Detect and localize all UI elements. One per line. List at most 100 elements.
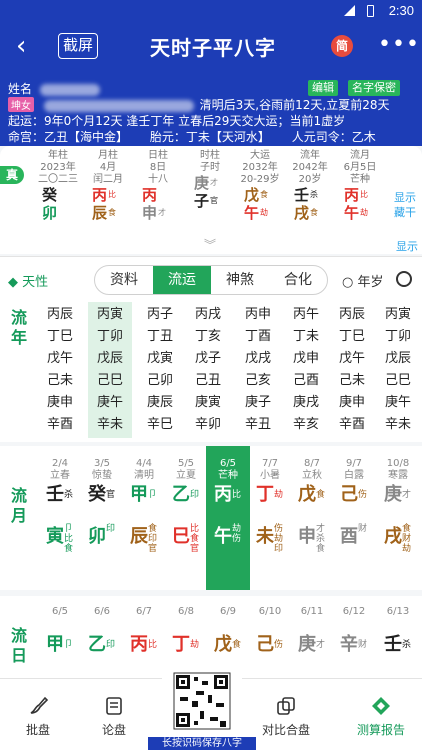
liunian-cell[interactable]: 辛巳 (138, 414, 182, 436)
liunian-column[interactable]: 丙辰 丁巳 戊午 己未 庚申 辛酉 (38, 302, 82, 438)
liuri-column[interactable]: 6/6 乙印 (80, 596, 124, 658)
liunian-cell[interactable]: 丁卯 (376, 326, 420, 348)
tab-liuyun[interactable]: 流运 (153, 266, 211, 294)
back-button[interactable]: ‹ (16, 32, 42, 60)
liunian-cell[interactable]: 庚辰 (138, 392, 182, 414)
liuri-column[interactable]: 6/9 戊食 (206, 596, 250, 658)
pillar-column[interactable]: 大运 2032年 20-29岁 戊食 午劫 (236, 150, 284, 222)
liunian-cell[interactable]: 庚午 (376, 392, 420, 414)
liunian-cell[interactable]: 丙子 (138, 304, 182, 326)
liuyue-column[interactable]: 7/7 小暑 丁劫 未伤劫印 (248, 446, 292, 590)
qr-code[interactable] (162, 671, 242, 737)
liunian-cell[interactable]: 丁丑 (138, 326, 182, 348)
liunian-cell[interactable]: 己丑 (186, 370, 230, 392)
liunian-cell[interactable]: 辛未 (88, 414, 132, 436)
pillar-column[interactable]: 流月 6月5日 芒种 丙比 午劫 (336, 150, 384, 222)
nav-compare[interactable]: 对比合盘 (256, 695, 316, 738)
tab-ziliao[interactable]: 资料 (95, 266, 153, 294)
liunian-cell[interactable]: 丁酉 (236, 326, 280, 348)
liunian-cell[interactable]: 戊戌 (236, 348, 280, 370)
liuri-column[interactable]: 6/12 辛财 (332, 596, 376, 658)
liunian-column[interactable]: 丙辰 丁巳 戊午 己未 庚申 辛酉 (330, 302, 374, 438)
liunian-cell[interactable]: 丁亥 (186, 326, 230, 348)
liunian-cell[interactable]: 己酉 (284, 370, 328, 392)
liunian-cell[interactable]: 辛未 (376, 414, 420, 436)
liunian-cell[interactable]: 丙戌 (186, 304, 230, 326)
liunian-cell[interactable]: 戊午 (330, 348, 374, 370)
liunian-column[interactable]: 丙午 丁未 戊申 己酉 庚戌 辛亥 (284, 302, 328, 438)
liunian-cell[interactable]: 丁巳 (38, 326, 82, 348)
liunian-cell[interactable]: 丁巳 (330, 326, 374, 348)
nian-sui-toggle[interactable]: ○ 年岁 (342, 271, 384, 290)
liunian-column[interactable]: 丙申 丁酉 戊戌 己亥 庚子 辛丑 (236, 302, 280, 438)
liunian-cell[interactable]: 戊辰 (88, 348, 132, 370)
liuyue-column[interactable]: 9/7 白露 己伤 酉财 (332, 446, 376, 590)
liunian-cell[interactable]: 己巳 (376, 370, 420, 392)
liunian-cell[interactable]: 庚子 (236, 392, 280, 414)
expand-chevron-icon[interactable]: ︾ (204, 236, 216, 253)
liunian-cell[interactable]: 己未 (38, 370, 82, 392)
liunian-column[interactable]: 丙寅 丁卯 戊辰 己巳 庚午 辛未 (88, 302, 132, 438)
tab-hehua[interactable]: 合化 (269, 266, 327, 294)
settings-icon[interactable] (396, 271, 412, 287)
pillar-column[interactable]: 月柱 4月 闰二月 丙比 辰食 (84, 150, 132, 222)
liunian-cell[interactable]: 丙申 (236, 304, 280, 326)
liuri-column[interactable]: 6/5 甲卩 (38, 596, 82, 658)
liunian-cell[interactable]: 丙午 (284, 304, 328, 326)
liunian-cell[interactable]: 庚戌 (284, 392, 328, 414)
screenshot-button[interactable]: 截屏 (58, 33, 98, 59)
tab-shensha[interactable]: 神煞 (211, 266, 269, 294)
more-menu-button[interactable]: ••• (378, 32, 420, 57)
liuri-column[interactable]: 6/7 丙比 (122, 596, 166, 658)
liunian-cell[interactable]: 庚寅 (186, 392, 230, 414)
liunian-cell[interactable]: 辛亥 (284, 414, 328, 436)
liunian-cell[interactable]: 己未 (330, 370, 374, 392)
liunian-cell[interactable]: 辛卯 (186, 414, 230, 436)
liuyue-column[interactable]: 2/4 立春 壬杀 寅卩比食 (38, 446, 82, 590)
liunian-cell[interactable]: 辛酉 (38, 414, 82, 436)
liunian-column[interactable]: 丙子 丁丑 戊寅 己卯 庚辰 辛巳 (138, 302, 182, 438)
name-privacy-button[interactable]: 名字保密 (348, 80, 400, 96)
nav-lunpan[interactable]: 论盘 (84, 695, 144, 738)
liunian-cell[interactable]: 丁未 (284, 326, 328, 348)
liunian-cell[interactable]: 己巳 (88, 370, 132, 392)
pillar-column[interactable]: 日柱 8日 十八丙申才 (134, 150, 182, 222)
liuyue-column[interactable]: 3/5 惊蛰 癸官 卯印 (80, 446, 124, 590)
liunian-cell[interactable]: 己卯 (138, 370, 182, 392)
liunian-cell[interactable]: 辛酉 (330, 414, 374, 436)
liunian-cell[interactable]: 戊寅 (138, 348, 182, 370)
liunian-cell[interactable]: 庚申 (38, 392, 82, 414)
liunian-cell[interactable]: 丙辰 (330, 304, 374, 326)
pillar-column[interactable]: 年柱 2023年 二〇二三癸卯 (34, 150, 82, 222)
tianxing-button[interactable]: ◆ 天性 (8, 271, 48, 290)
liunian-cell[interactable]: 丙寅 (376, 304, 420, 326)
liunian-cell[interactable]: 己亥 (236, 370, 280, 392)
liuyue-column[interactable]: 8/7 立秋 戊食 申才杀食 (290, 446, 334, 590)
pillar-column[interactable]: 流年 2042年 20岁 壬杀 戌食 (286, 150, 334, 222)
pillar-column[interactable]: 时柱 子时 庚才 子官 (186, 150, 234, 210)
liuri-column[interactable]: 6/10 己伤 (248, 596, 292, 658)
liuri-column[interactable]: 6/11 庚才 (290, 596, 334, 658)
liunian-cell[interactable]: 丁卯 (88, 326, 132, 348)
liunian-column[interactable]: 丙戌 丁亥 戊子 己丑 庚寅 辛卯 (186, 302, 230, 438)
liuri-column[interactable]: 6/8 丁劫 (164, 596, 208, 658)
liuyue-column[interactable]: 5/5 立夏 乙印 巳比食官 (164, 446, 208, 590)
liunian-cell[interactable]: 庚午 (88, 392, 132, 414)
liunian-cell[interactable]: 庚申 (330, 392, 374, 414)
liunian-cell[interactable]: 戊午 (38, 348, 82, 370)
liuyue-column[interactable]: 6/5 芒种 丙比 午劫伤 (206, 446, 250, 590)
liunian-cell[interactable]: 丙辰 (38, 304, 82, 326)
edit-button[interactable]: 编辑 (308, 80, 338, 96)
liunian-cell[interactable]: 丙寅 (88, 304, 132, 326)
simplified-toggle-button[interactable]: 简 (331, 35, 353, 57)
show-hidden-stems-button[interactable]: 显示藏干 (394, 190, 418, 220)
nav-pipan[interactable]: 批盘 (8, 695, 68, 738)
liuyue-column[interactable]: 10/8 寒露 庚才 戌食财劫 (376, 446, 420, 590)
show-button[interactable]: 显示 (396, 238, 418, 254)
liuri-column[interactable]: 6/13 壬杀 (376, 596, 420, 658)
liunian-cell[interactable]: 辛丑 (236, 414, 280, 436)
nav-report[interactable]: 测算报告 (346, 695, 416, 738)
liunian-column[interactable]: 丙寅 丁卯 戊辰 己巳 庚午 辛未 (376, 302, 420, 438)
liunian-cell[interactable]: 戊子 (186, 348, 230, 370)
liuyue-column[interactable]: 4/4 清明 甲卩 辰食印官 (122, 446, 166, 590)
